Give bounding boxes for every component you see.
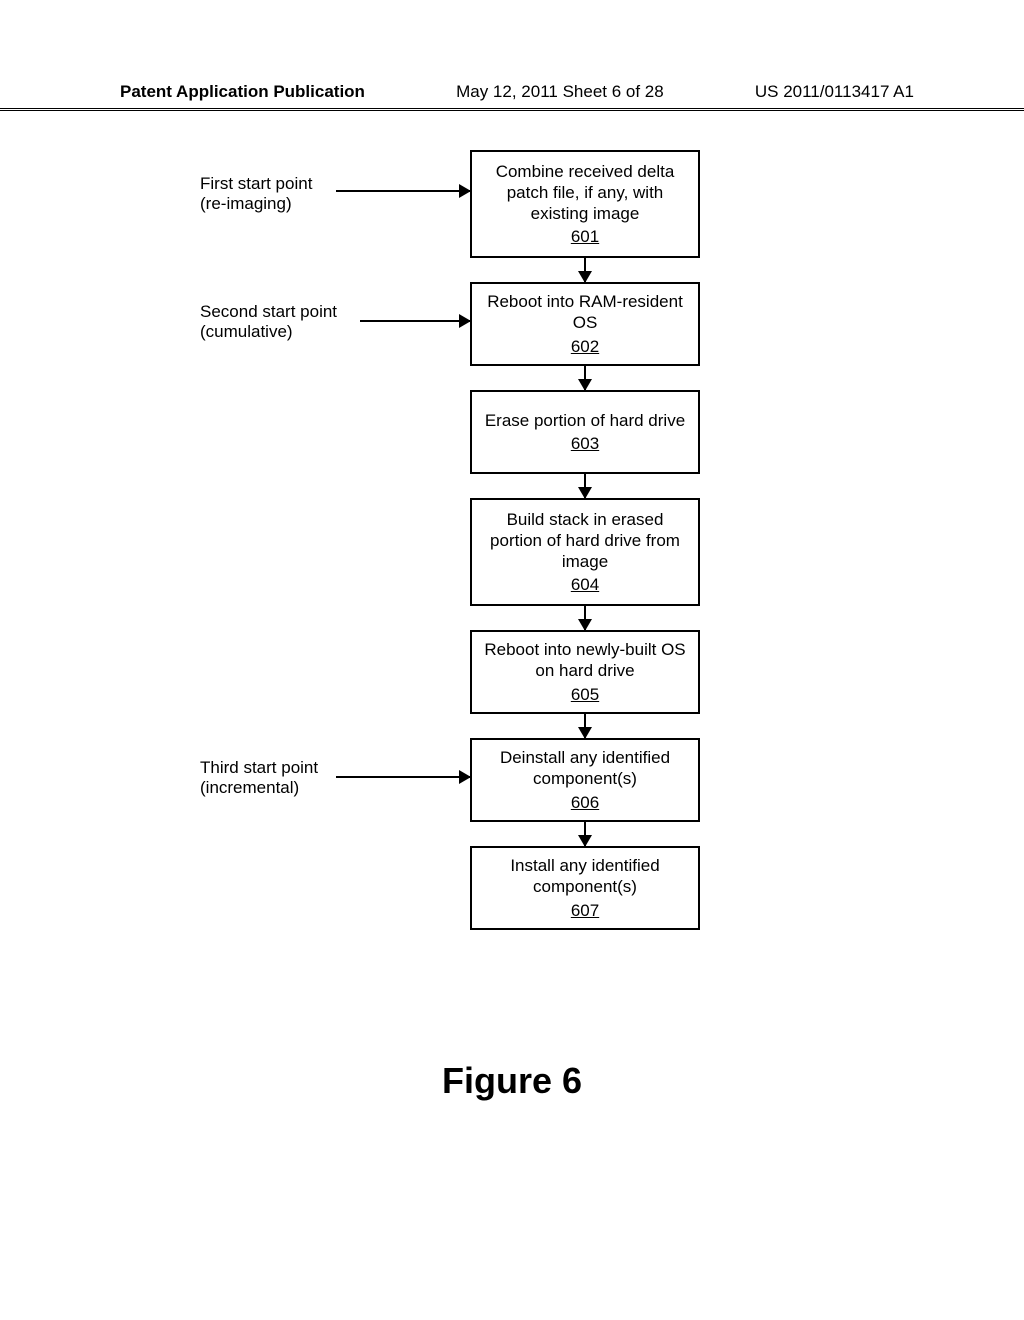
arrow-605-606 — [584, 714, 586, 738]
box-604: Build stack in erased portion of hard dr… — [470, 498, 700, 606]
box-606-text: Deinstall any identified component(s) — [480, 747, 690, 790]
label-third-line1: Third start point — [200, 758, 318, 778]
box-603: Erase portion of hard drive 603 — [470, 390, 700, 474]
box-604-num: 604 — [480, 574, 690, 595]
box-603-text: Erase portion of hard drive — [480, 410, 690, 431]
label-second-line1: Second start point — [200, 302, 337, 322]
header-right: US 2011/0113417 A1 — [755, 82, 914, 102]
arrow-602-603 — [584, 366, 586, 390]
box-603-num: 603 — [480, 433, 690, 454]
box-604-text: Build stack in erased portion of hard dr… — [480, 509, 690, 573]
label-first-line1: First start point — [200, 174, 312, 194]
header-mid: May 12, 2011 Sheet 6 of 28 — [456, 82, 664, 102]
box-607-num: 607 — [480, 900, 690, 921]
box-606: Deinstall any identified component(s) 60… — [470, 738, 700, 822]
label-first: First start point (re-imaging) — [200, 174, 312, 214]
arrow-first-to-601 — [336, 190, 470, 192]
box-605: Reboot into newly-built OS on hard drive… — [470, 630, 700, 714]
box-607: Install any identified component(s) 607 — [470, 846, 700, 930]
header-rule — [0, 108, 1024, 109]
arrow-second-to-602 — [360, 320, 470, 322]
arrow-606-607 — [584, 822, 586, 846]
arrow-604-605 — [584, 606, 586, 630]
box-607-text: Install any identified component(s) — [480, 855, 690, 898]
label-second: Second start point (cumulative) — [200, 302, 337, 342]
label-first-line2: (re-imaging) — [200, 194, 312, 214]
box-605-num: 605 — [480, 684, 690, 705]
label-third: Third start point (incremental) — [200, 758, 318, 798]
label-second-line2: (cumulative) — [200, 322, 337, 342]
label-third-line2: (incremental) — [200, 778, 318, 798]
box-606-num: 606 — [480, 792, 690, 813]
box-602: Reboot into RAM-resident OS 602 — [470, 282, 700, 366]
header-left: Patent Application Publication — [120, 82, 365, 102]
arrow-603-604 — [584, 474, 586, 498]
arrow-third-to-606 — [336, 776, 470, 778]
page-header: Patent Application Publication May 12, 2… — [0, 82, 1024, 102]
box-605-text: Reboot into newly-built OS on hard drive — [480, 639, 690, 682]
box-601-num: 601 — [480, 226, 690, 247]
header-rule-2 — [0, 110, 1024, 111]
box-601: Combine received delta patch file, if an… — [470, 150, 700, 258]
arrow-601-602 — [584, 258, 586, 282]
figure-title: Figure 6 — [0, 1060, 1024, 1102]
box-602-num: 602 — [480, 336, 690, 357]
box-602-text: Reboot into RAM-resident OS — [480, 291, 690, 334]
box-601-text: Combine received delta patch file, if an… — [480, 161, 690, 225]
